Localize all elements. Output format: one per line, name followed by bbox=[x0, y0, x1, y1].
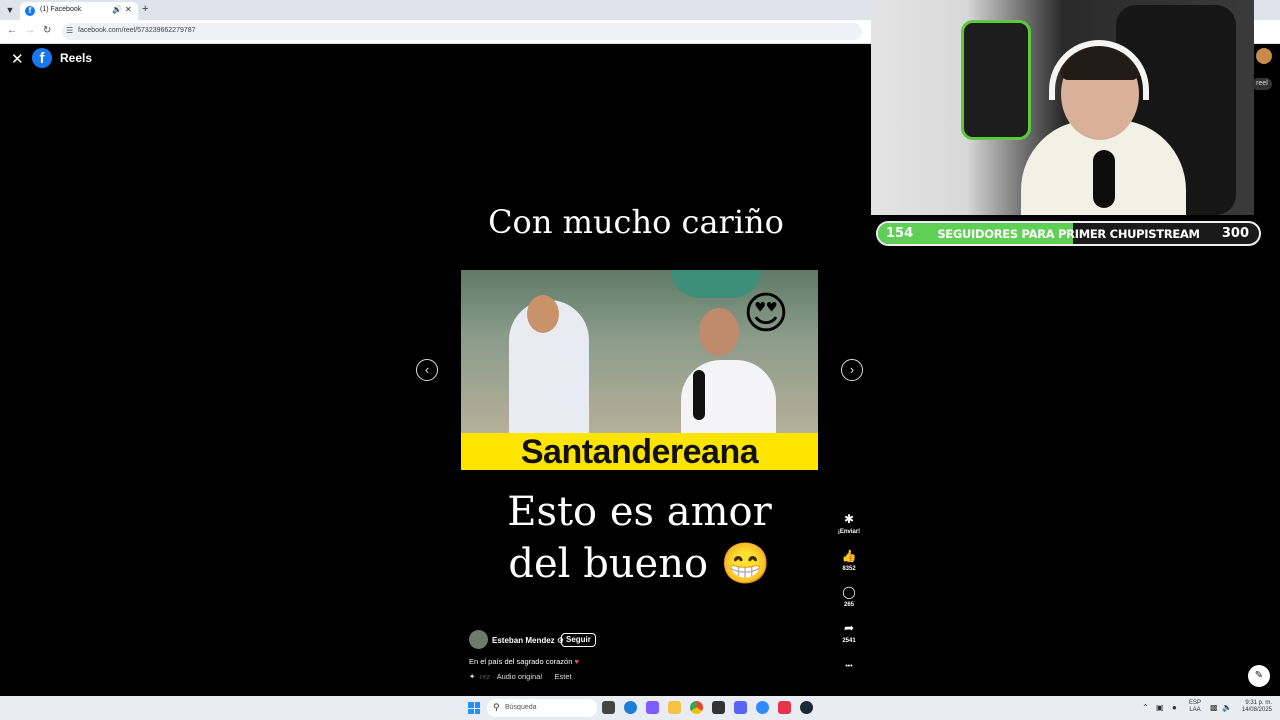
video-scene-image: 😍 bbox=[461, 270, 818, 433]
close-reels-icon[interactable]: ✕ bbox=[11, 50, 24, 68]
share-action-button[interactable]: ➦ 2541 bbox=[832, 621, 866, 644]
webcam-overlay bbox=[871, 0, 1254, 215]
send-action-label: ¡Enviar! bbox=[837, 529, 861, 535]
author-avatar[interactable] bbox=[469, 630, 488, 649]
follow-button[interactable]: Seguir bbox=[561, 633, 596, 647]
audio-prefix: ·rez · bbox=[477, 672, 495, 681]
edge-icon[interactable] bbox=[624, 701, 637, 714]
url-text: facebook.com/reel/573239662279787 bbox=[78, 27, 196, 34]
lang-line1: ESP bbox=[1189, 700, 1202, 706]
tab-close-icon[interactable]: ✕ bbox=[125, 5, 132, 14]
woman-head bbox=[527, 295, 559, 333]
author-name-text: Esteban Mendez bbox=[492, 636, 555, 645]
caption-bottom-line2: del bueno 😁 bbox=[508, 541, 771, 587]
author-name[interactable]: Esteban Mendez ⚙ bbox=[492, 636, 564, 645]
tiktok-icon[interactable] bbox=[778, 701, 791, 714]
like-count: 8352 bbox=[842, 566, 856, 572]
copilot-icon[interactable] bbox=[646, 701, 659, 714]
url-field[interactable]: ☰ facebook.com/reel/573239662279787 bbox=[62, 23, 862, 40]
reel-caption-top: Con mucho cariño bbox=[488, 203, 784, 241]
video-banner-text: Santandereana bbox=[461, 433, 818, 470]
tray-mic-icon[interactable]: ● bbox=[1172, 703, 1177, 712]
followers-goal: 300 bbox=[1221, 226, 1249, 241]
tray-chevron-up-icon[interactable]: ⌃ bbox=[1142, 703, 1149, 712]
reel-video[interactable]: 😍 Santandereana bbox=[461, 270, 818, 470]
reporter-head bbox=[699, 308, 739, 356]
audio-label: Audio original bbox=[496, 672, 543, 681]
sparkle-send-icon: ✱ bbox=[843, 512, 855, 526]
reels-title: Reels bbox=[60, 51, 93, 65]
network-icon[interactable]: ▩ bbox=[1210, 703, 1218, 712]
send-action-button[interactable]: ✱ ¡Enviar! bbox=[832, 512, 866, 535]
caption-bottom-line1: Esto es amor bbox=[507, 489, 772, 535]
file-explorer-icon[interactable] bbox=[668, 701, 681, 714]
stream-microphone bbox=[1093, 150, 1115, 208]
keyboard-language[interactable]: ESP LAA bbox=[1189, 700, 1201, 714]
gaming-chair-shape bbox=[961, 20, 1031, 140]
comment-action-button[interactable]: ◯ 265 bbox=[832, 585, 866, 608]
browser-tab-facebook[interactable]: f (1) Facebook 🔊 ✕ bbox=[20, 2, 138, 20]
windows-start-icon[interactable] bbox=[468, 702, 480, 714]
audio-line[interactable]: ✦ ·rez · Audio original Estet bbox=[469, 672, 572, 681]
compose-edit-icon[interactable]: ✎ bbox=[1248, 665, 1270, 687]
taskbar-clock[interactable]: 9:31 p. m. 14/08/2025 bbox=[1238, 700, 1272, 714]
screen: ▼ f (1) Facebook 🔊 ✕ + ← → ↻ ☰ facebook.… bbox=[0, 0, 1280, 720]
forward-arrow-icon[interactable]: → bbox=[25, 25, 35, 36]
taskbar-search[interactable]: ⚲ Búsqueda bbox=[487, 699, 597, 717]
site-settings-icon[interactable]: ☰ bbox=[66, 26, 73, 35]
follower-goal-text: SEGUIDORES PARA PRIMER CHUPISTREAM bbox=[937, 227, 1200, 241]
clock-date: 14/08/2025 bbox=[1241, 707, 1272, 713]
steam-icon[interactable] bbox=[800, 701, 813, 714]
heart-icon: ♥ bbox=[574, 657, 579, 666]
volume-icon[interactable]: 🔈 bbox=[1222, 703, 1232, 712]
microphone-shape bbox=[693, 370, 705, 420]
comment-count: 265 bbox=[843, 602, 854, 608]
discord-icon[interactable] bbox=[734, 701, 747, 714]
back-arrow-icon[interactable]: ← bbox=[7, 25, 17, 36]
app-icon-blue[interactable] bbox=[756, 701, 769, 714]
more-options-button[interactable]: ••• bbox=[832, 663, 866, 678]
facebook-logo-icon[interactable]: f bbox=[32, 48, 52, 68]
facebook-favicon-icon: f bbox=[25, 6, 35, 16]
comment-bubble-icon: ◯ bbox=[842, 585, 856, 599]
heart-eyes-emoji-icon: 😍 bbox=[743, 289, 789, 338]
music-note-icon: ✦ bbox=[469, 672, 476, 681]
windows-taskbar: ⚲ Búsqueda ⌃ ▣ ● ESP LAA ▩ 🔈 9:31 p. m. … bbox=[0, 696, 1280, 720]
search-placeholder: Búsqueda bbox=[505, 704, 537, 711]
speaker-icon[interactable]: 🔊 bbox=[112, 5, 122, 14]
tab-title: (1) Facebook bbox=[40, 6, 82, 13]
tab-list-chevron-icon[interactable]: ▼ bbox=[4, 4, 16, 16]
follower-goal-bar: 154 SEGUIDORES PARA PRIMER CHUPISTREAM 3… bbox=[876, 221, 1261, 246]
partial-reel-label[interactable]: reel bbox=[1252, 78, 1272, 90]
reload-icon[interactable]: ↻ bbox=[43, 25, 51, 36]
profile-avatar-icon[interactable] bbox=[1256, 48, 1272, 64]
new-tab-plus-icon[interactable]: + bbox=[142, 3, 148, 15]
audio-next: Estet bbox=[554, 672, 572, 681]
reel-caption-bottom: Esto es amor del bueno 😁 bbox=[461, 486, 818, 590]
description-text: En el país del sagrado corazón bbox=[469, 657, 573, 666]
app-icon-dark[interactable] bbox=[712, 701, 725, 714]
previous-reel-chevron-left-icon[interactable]: ‹ bbox=[416, 359, 438, 381]
next-reel-chevron-right-icon[interactable]: › bbox=[841, 359, 863, 381]
tray-app-icon[interactable]: ▣ bbox=[1156, 703, 1164, 712]
clock-time: 9:31 p. m. bbox=[1245, 700, 1272, 706]
share-arrow-icon: ➦ bbox=[843, 621, 855, 635]
more-dots-icon: ••• bbox=[845, 663, 853, 670]
reel-description: En el país del sagrado corazón ♥ bbox=[469, 657, 579, 666]
like-action-button[interactable]: 👍 8352 bbox=[832, 549, 866, 572]
search-icon: ⚲ bbox=[493, 702, 500, 712]
share-count: 2541 bbox=[842, 638, 856, 644]
task-view-icon[interactable] bbox=[602, 701, 615, 714]
thumbs-up-icon: 👍 bbox=[841, 549, 857, 563]
lang-line2: LAA bbox=[1189, 707, 1201, 713]
chrome-icon[interactable] bbox=[690, 701, 703, 714]
